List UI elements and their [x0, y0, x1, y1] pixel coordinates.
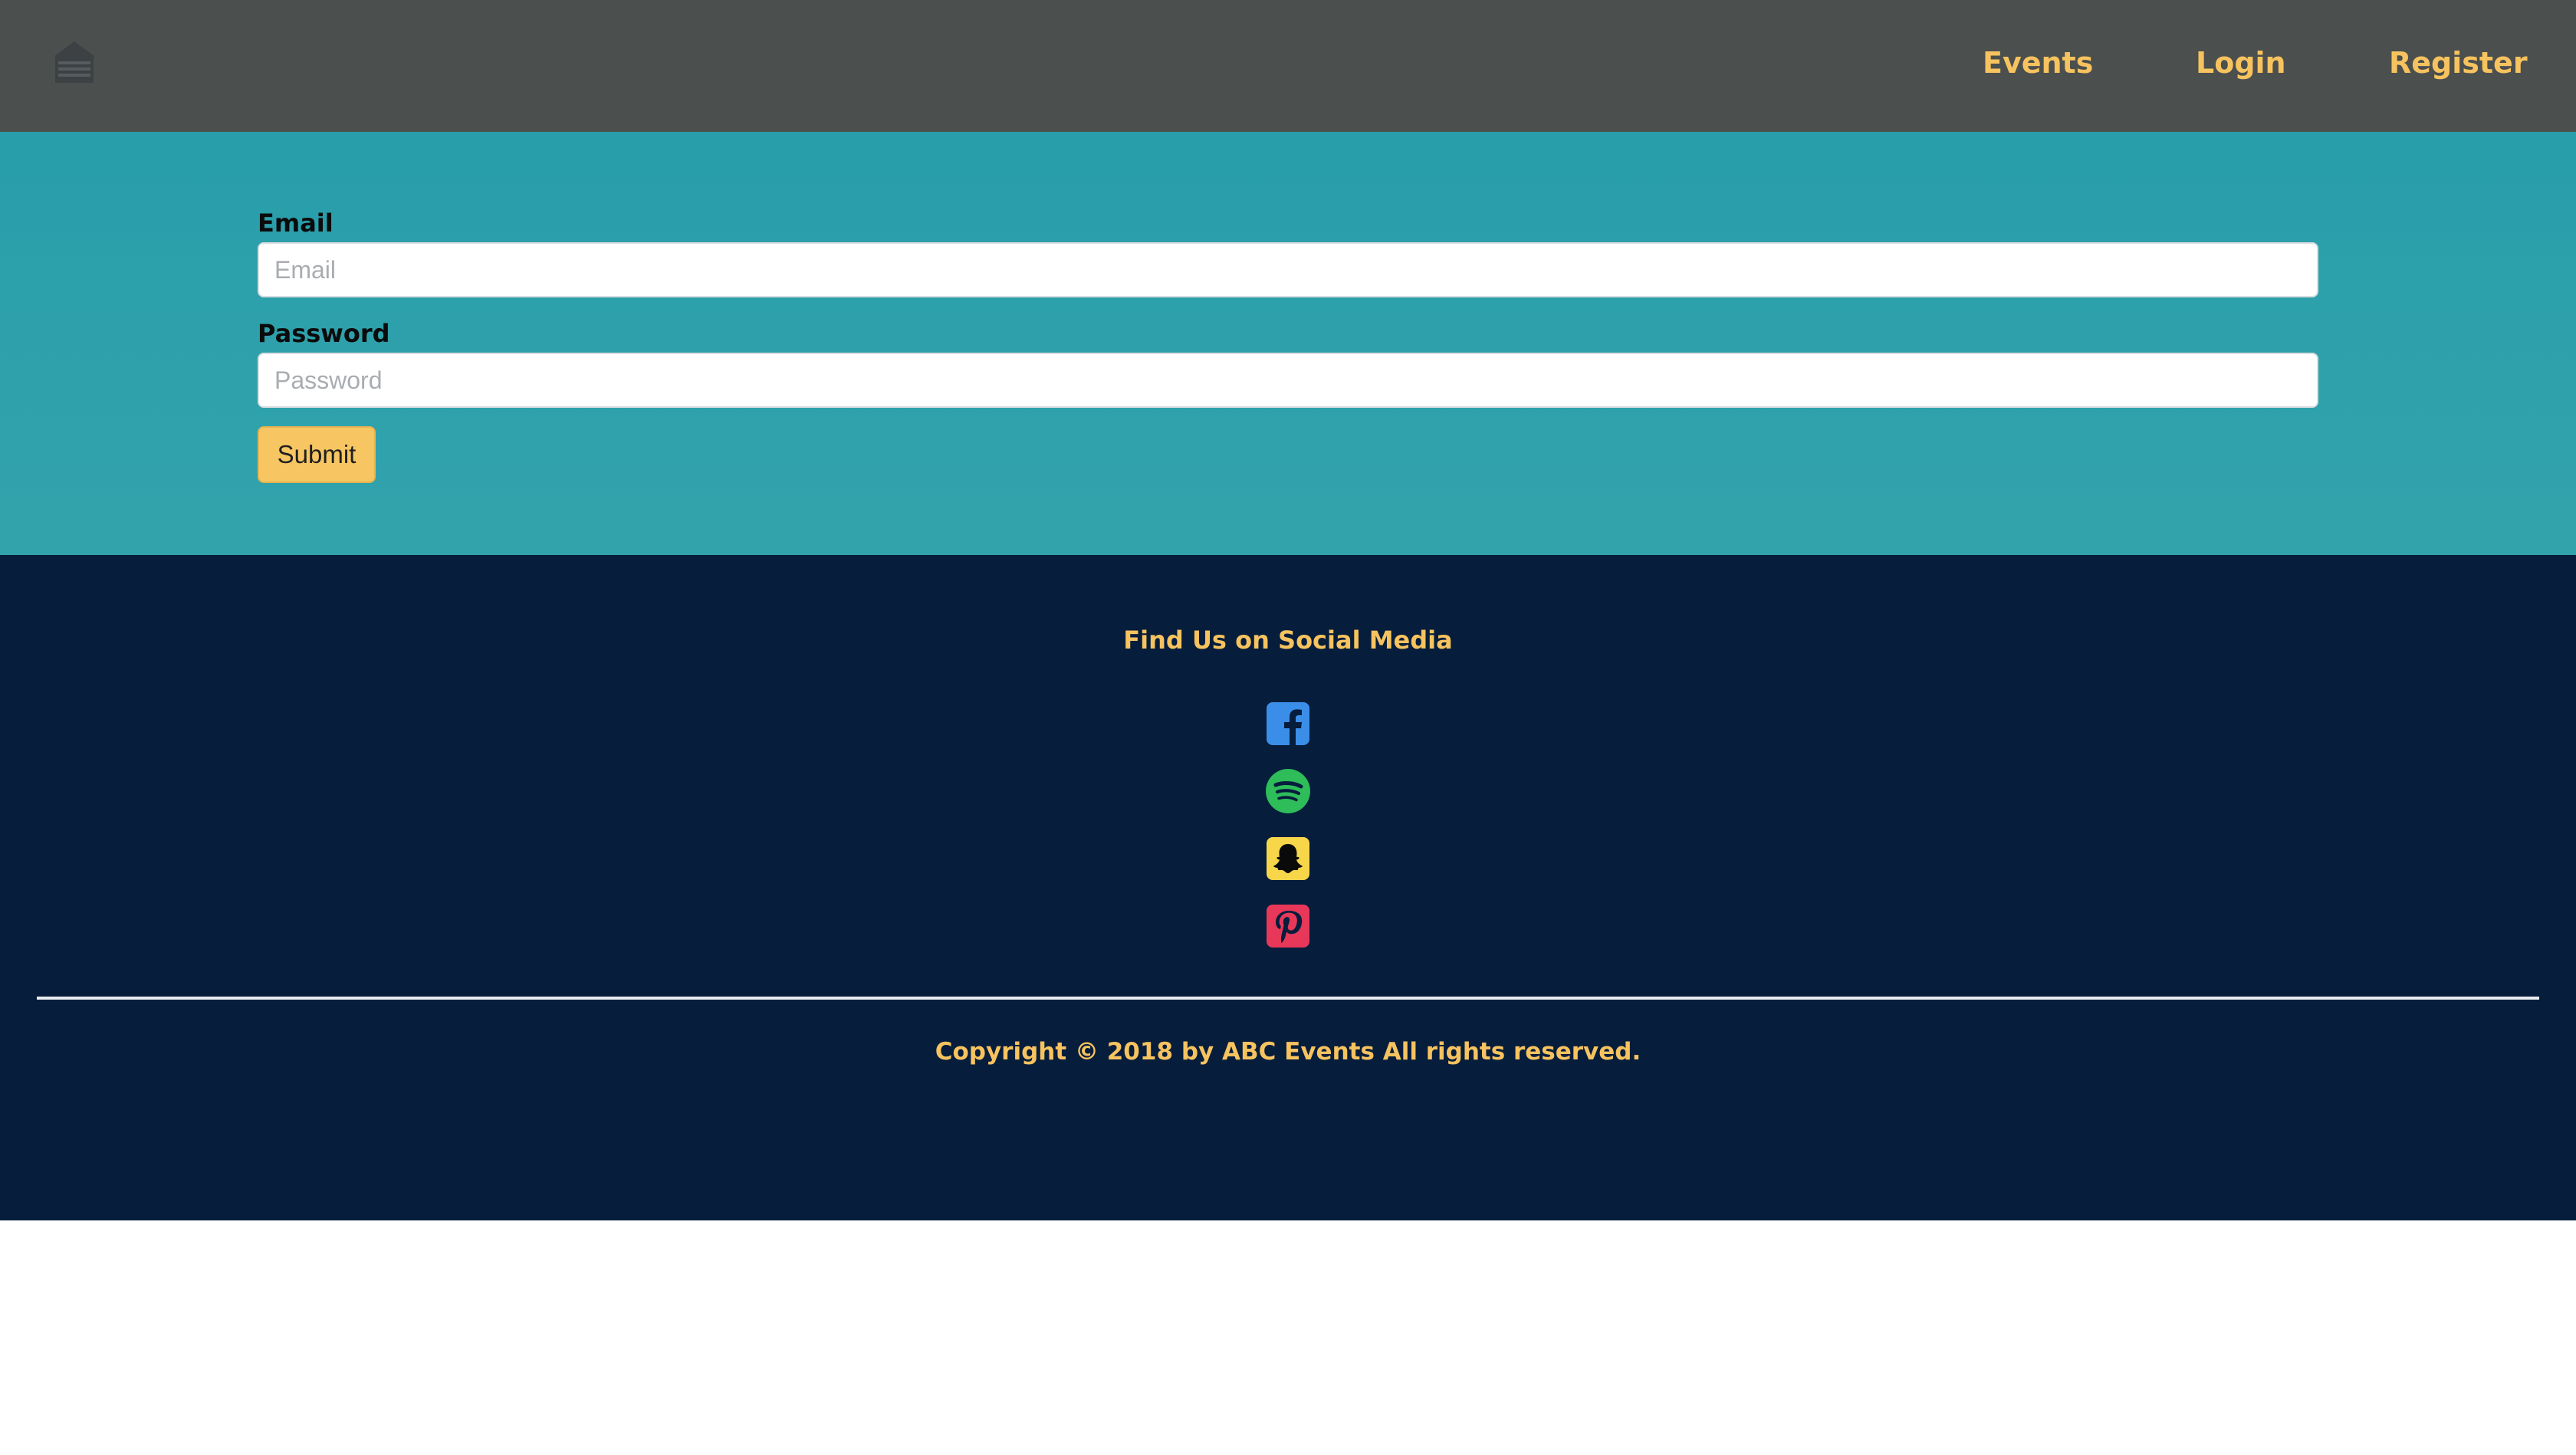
nav-link-login[interactable]: Login [2196, 40, 2286, 86]
site-footer: Find Us on Social Media Copyright © 2018… [0, 555, 2576, 1220]
footer-divider [37, 997, 2539, 1000]
top-navbar: Events Login Register [0, 0, 2576, 132]
nav-link-register[interactable]: Register [2389, 40, 2528, 86]
login-form-section: Email Password Submit [0, 132, 2576, 555]
submit-button[interactable]: Submit [258, 426, 376, 483]
password-label: Password [258, 319, 390, 348]
password-input[interactable] [258, 353, 2318, 408]
copyright-text: Copyright © 2018 by ABC Events All right… [935, 1038, 1641, 1066]
facebook-icon[interactable] [1265, 701, 1311, 747]
email-label: Email [258, 209, 334, 238]
social-media-heading: Find Us on Social Media [1123, 626, 1453, 655]
home-icon[interactable] [51, 38, 98, 86]
nav-link-events[interactable]: Events [1983, 40, 2093, 86]
snapchat-icon[interactable] [1265, 836, 1311, 882]
pinterest-icon[interactable] [1265, 903, 1311, 949]
email-input[interactable] [258, 242, 2318, 297]
spotify-icon[interactable] [1265, 768, 1311, 814]
